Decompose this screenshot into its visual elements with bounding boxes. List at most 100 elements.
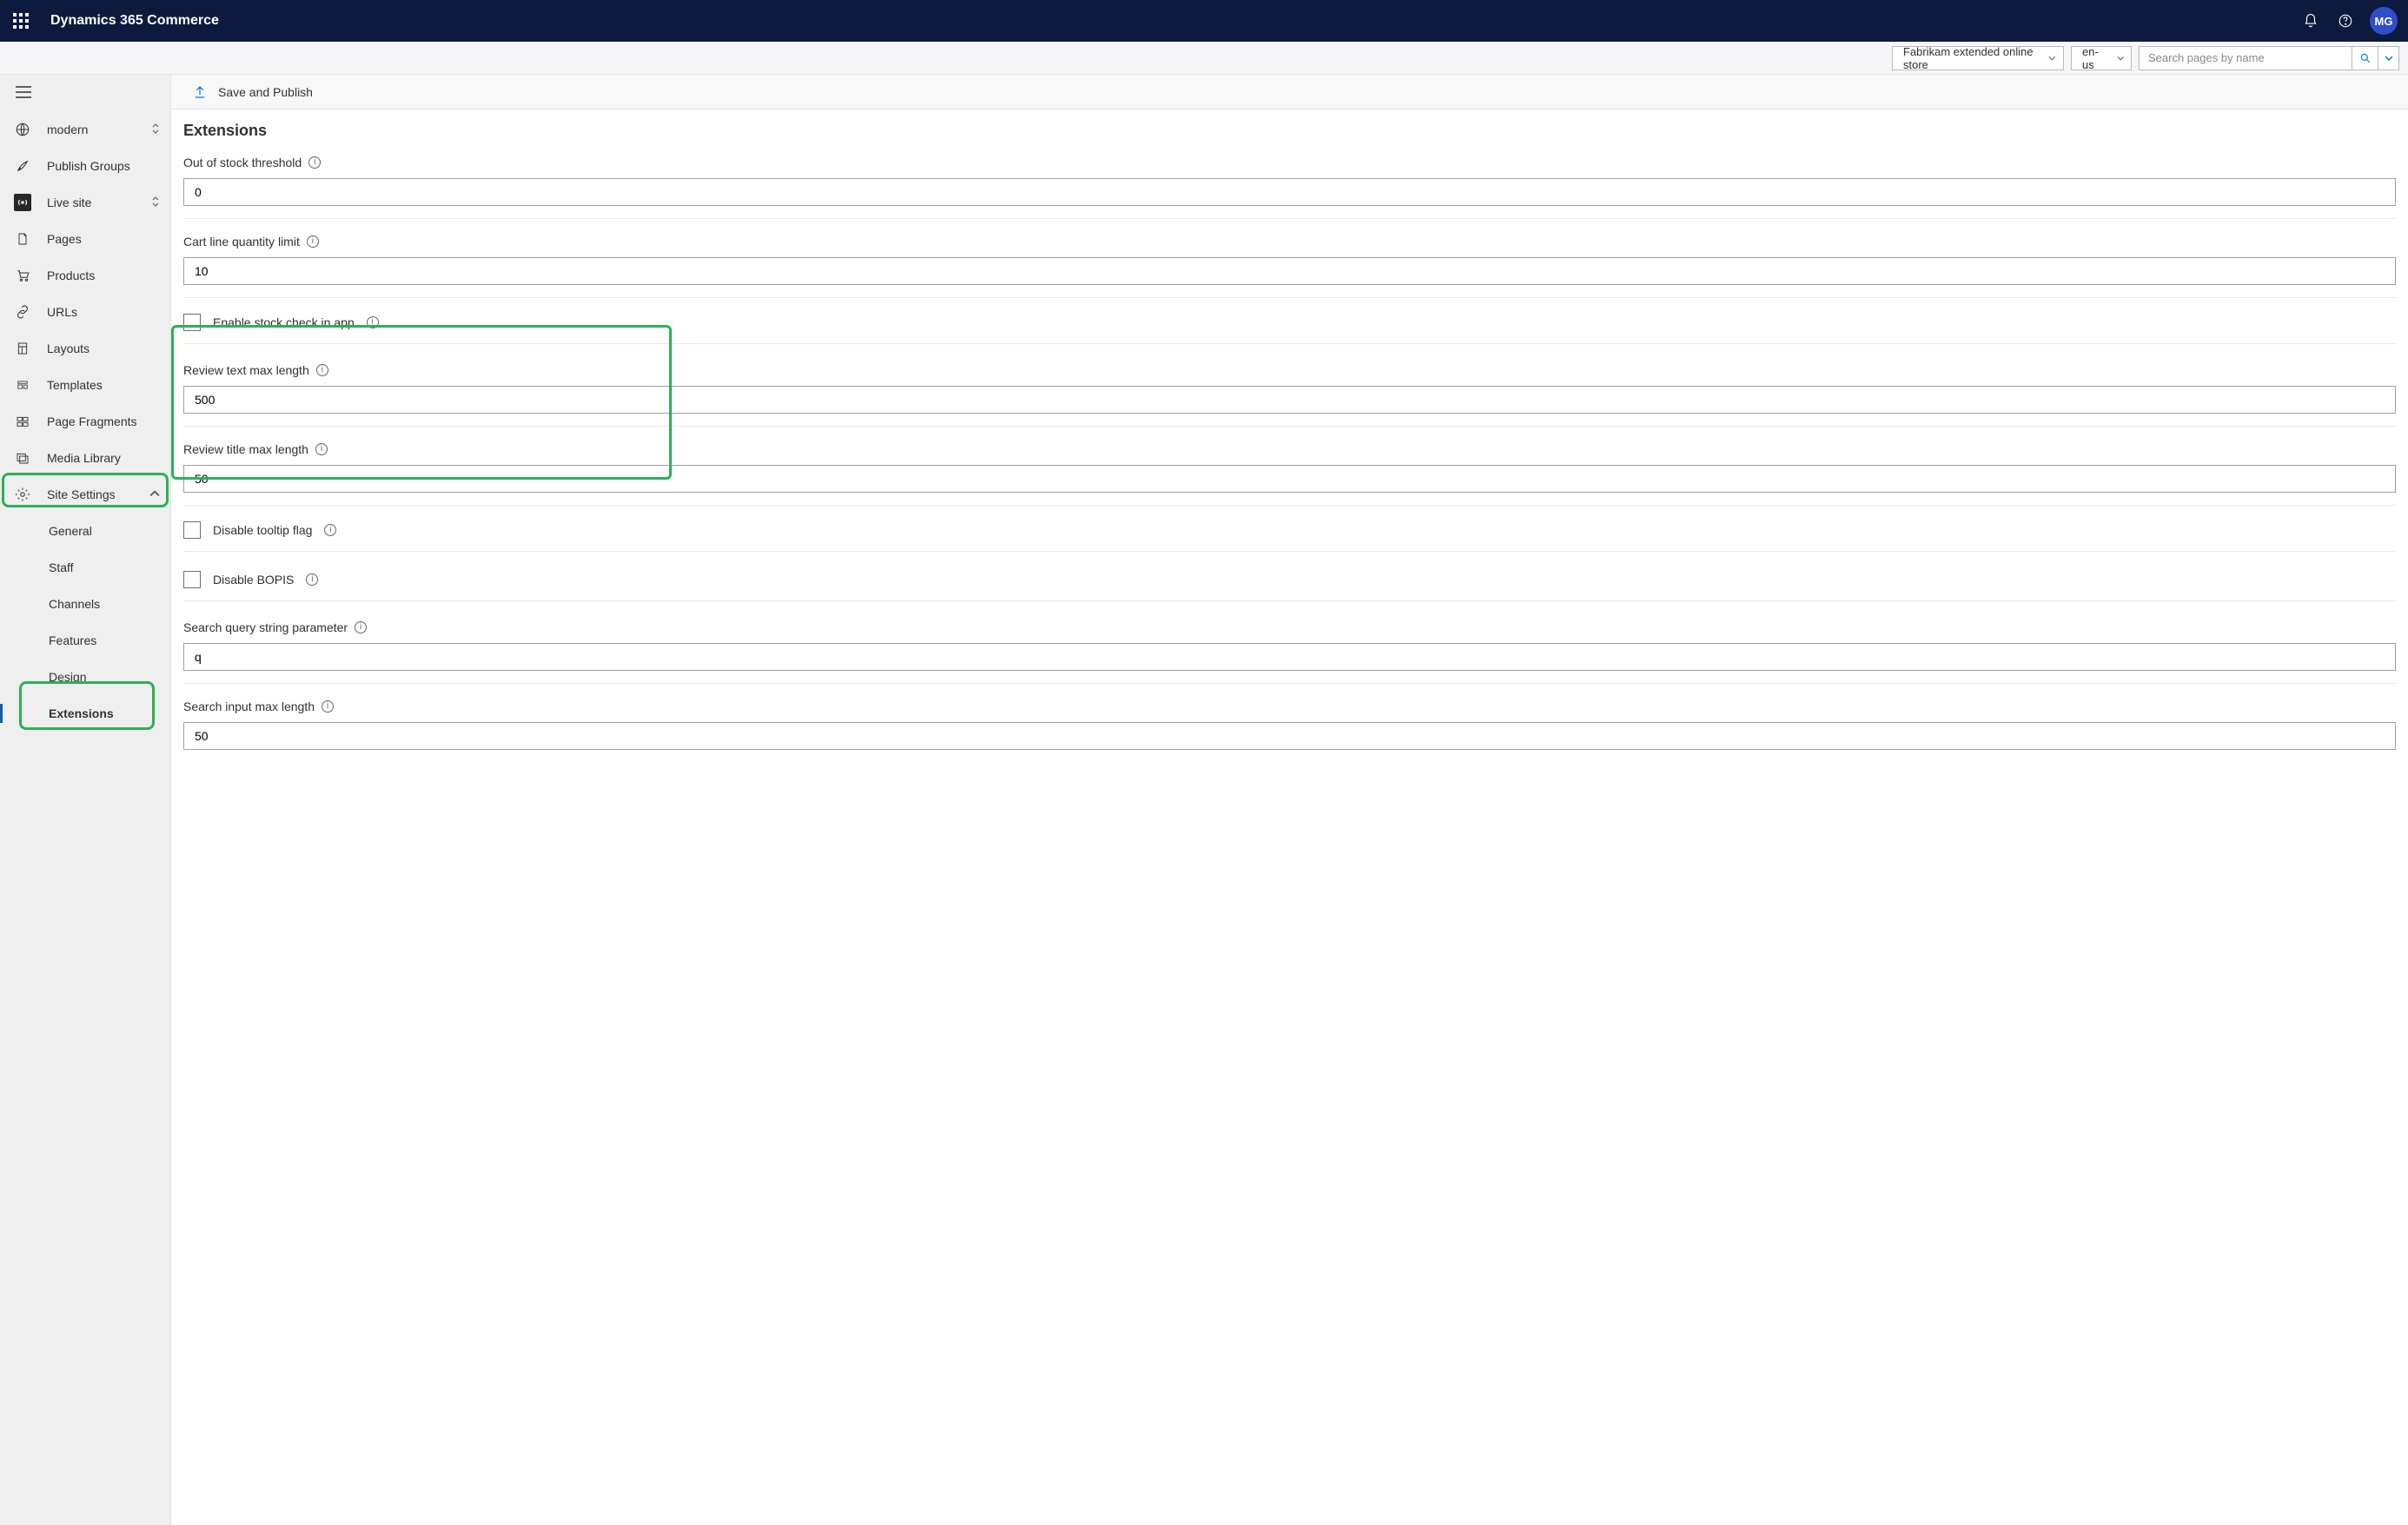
field-label: Disable BOPIS <box>213 573 294 587</box>
sidebar-item-site[interactable]: modern <box>0 111 170 148</box>
sidebar-sub-label: Extensions <box>49 706 114 720</box>
sidebar-item-publish-groups[interactable]: Publish Groups <box>0 148 170 184</box>
info-icon[interactable]: i <box>367 316 379 328</box>
broadcast-icon <box>14 194 31 211</box>
left-nav: modern Publish Groups Live site Pa <box>0 75 171 1525</box>
field-label: Search query string parameter <box>183 620 348 634</box>
sidebar-sub-extensions[interactable]: Extensions <box>0 695 170 732</box>
product-name: Dynamics 365 Commerce <box>50 13 219 29</box>
field-label: Enable stock check in app <box>213 315 355 329</box>
field-enable-stock-check: Enable stock check in app i <box>183 314 2396 344</box>
sidebar-item-label: Page Fragments <box>47 414 170 428</box>
sidebar-sub-label: Channels <box>49 597 100 611</box>
info-icon[interactable]: i <box>306 574 318 586</box>
sidebar-item-label: URLs <box>47 305 170 319</box>
site-selector-dropdown[interactable]: Fabrikam extended online store <box>1892 46 2064 70</box>
review-text-max-length-input[interactable] <box>183 386 2396 414</box>
info-icon[interactable]: i <box>324 524 336 536</box>
sidebar-item-media-library[interactable]: Media Library <box>0 440 170 476</box>
language-selector-dropdown[interactable]: en-us <box>2071 46 2132 70</box>
field-label: Review text max length <box>183 363 309 377</box>
chevron-down-icon <box>2117 54 2124 63</box>
sort-icon <box>151 123 160 137</box>
info-icon[interactable]: i <box>315 443 328 455</box>
sidebar-item-label: Products <box>47 269 170 282</box>
sidebar-item-label: Publish Groups <box>47 159 170 173</box>
info-icon[interactable]: i <box>322 700 334 713</box>
sidebar-item-label: Templates <box>47 378 170 392</box>
app-launcher-icon[interactable] <box>10 10 31 31</box>
field-out-of-stock-threshold: Out of stock threshold i <box>183 156 2396 219</box>
language-selector-value: en-us <box>2082 45 2106 71</box>
page-icon <box>14 230 31 248</box>
save-publish-button[interactable]: Save and Publish <box>218 85 313 99</box>
sort-icon <box>151 196 160 210</box>
sidebar-item-label: Pages <box>47 232 170 246</box>
sidebar-item-layouts[interactable]: Layouts <box>0 330 170 367</box>
field-label: Cart line quantity limit <box>183 235 300 249</box>
page-toolbar: Save and Publish <box>171 75 2408 109</box>
user-avatar[interactable]: MG <box>2370 7 2398 35</box>
field-cart-line-quantity-limit: Cart line quantity limit i <box>183 235 2396 298</box>
link-icon <box>14 303 31 321</box>
sidebar-item-page-fragments[interactable]: Page Fragments <box>0 403 170 440</box>
page-search-input[interactable] <box>2139 46 2352 70</box>
sidebar-item-label: Layouts <box>47 341 170 355</box>
field-label: Out of stock threshold <box>183 156 302 169</box>
info-icon[interactable]: i <box>355 621 367 633</box>
field-search-query-string-parameter: Search query string parameter i <box>183 620 2396 684</box>
gear-icon <box>14 486 31 503</box>
context-bar: Fabrikam extended online store en-us <box>0 42 2408 75</box>
image-icon <box>14 449 31 467</box>
sidebar-sub-staff[interactable]: Staff <box>0 549 170 586</box>
field-label: Disable tooltip flag <box>213 523 312 537</box>
global-header: Dynamics 365 Commerce MG <box>0 0 2408 42</box>
search-options-dropdown[interactable] <box>2378 46 2399 70</box>
notifications-icon[interactable] <box>2293 3 2328 38</box>
collapse-nav-icon[interactable] <box>16 86 31 101</box>
sidebar-item-urls[interactable]: URLs <box>0 294 170 330</box>
disable-bopis-checkbox[interactable] <box>183 571 201 588</box>
field-search-input-max-length: Search input max length i <box>183 700 2396 762</box>
field-review-text-max-length: Review text max length i <box>183 363 2396 427</box>
search-button[interactable] <box>2352 46 2378 70</box>
field-disable-bopis: Disable BOPIS i <box>183 571 2396 601</box>
sidebar-sub-label: Features <box>49 633 96 647</box>
cart-icon <box>14 267 31 284</box>
site-selector-value: Fabrikam extended online store <box>1903 45 2038 71</box>
sidebar-sub-label: General <box>49 524 92 538</box>
info-icon[interactable]: i <box>308 156 321 169</box>
sidebar-item-products[interactable]: Products <box>0 257 170 294</box>
review-title-max-length-input[interactable] <box>183 465 2396 493</box>
help-icon[interactable] <box>2328 3 2363 38</box>
sidebar-item-site-settings[interactable]: Site Settings <box>0 476 170 513</box>
sidebar-sub-general[interactable]: General <box>0 513 170 549</box>
search-query-string-parameter-input[interactable] <box>183 643 2396 671</box>
info-icon[interactable]: i <box>307 235 319 248</box>
chevron-down-icon <box>2048 54 2056 63</box>
sidebar-item-live-site[interactable]: Live site <box>0 184 170 221</box>
content-scroll-area[interactable]: Extensions Out of stock threshold i Cart… <box>171 109 2408 1525</box>
field-label: Search input max length <box>183 700 315 713</box>
rocket-icon <box>14 157 31 175</box>
sidebar-item-label: Live site <box>47 196 136 209</box>
sidebar-item-pages[interactable]: Pages <box>0 221 170 257</box>
sidebar-sub-design[interactable]: Design <box>0 659 170 695</box>
info-icon[interactable]: i <box>316 364 328 376</box>
cart-line-quantity-limit-input[interactable] <box>183 257 2396 285</box>
globe-icon <box>14 121 31 138</box>
layout-icon <box>14 340 31 357</box>
enable-stock-check-checkbox[interactable] <box>183 314 201 331</box>
sidebar-sub-label: Design <box>49 670 87 684</box>
search-input-max-length-input[interactable] <box>183 722 2396 750</box>
main-content: Save and Publish Extensions Out of stock… <box>171 75 2408 1525</box>
sidebar-sub-features[interactable]: Features <box>0 622 170 659</box>
fragments-icon <box>14 413 31 430</box>
sidebar-item-templates[interactable]: Templates <box>0 367 170 403</box>
field-review-title-max-length: Review title max length i <box>183 442 2396 506</box>
chevron-up-icon <box>149 487 160 501</box>
disable-tooltip-checkbox[interactable] <box>183 521 201 539</box>
sidebar-sub-channels[interactable]: Channels <box>0 586 170 622</box>
field-label: Review title max length <box>183 442 308 456</box>
out-of-stock-threshold-input[interactable] <box>183 178 2396 206</box>
